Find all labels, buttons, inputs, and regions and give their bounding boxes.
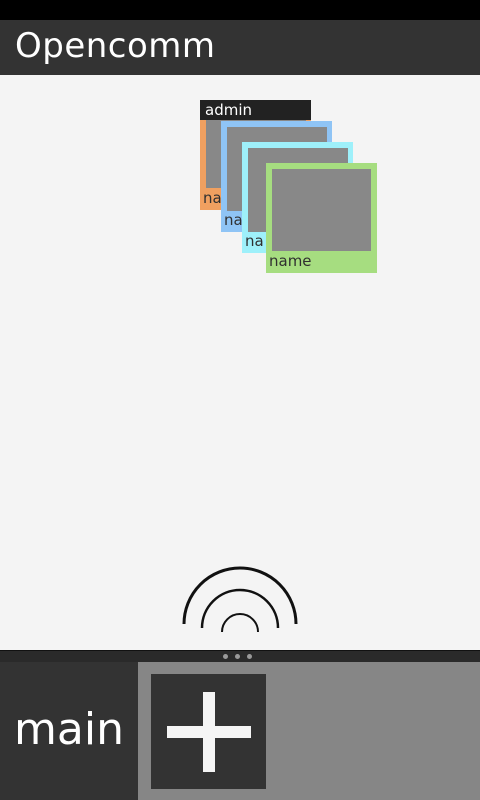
user-avatar	[272, 169, 371, 251]
title-bar: Opencomm	[0, 20, 480, 75]
channel-label: main	[14, 704, 124, 755]
user-name-label: na	[224, 211, 243, 229]
drawer-handle[interactable]	[0, 650, 480, 662]
status-bar	[0, 0, 480, 20]
channel-tab-main[interactable]: main	[0, 662, 138, 800]
admin-badge: admin	[200, 100, 311, 120]
app-title: Opencomm	[15, 26, 216, 66]
user-card[interactable]: name	[266, 163, 377, 273]
user-name-label: name	[269, 252, 312, 270]
plus-icon	[167, 726, 251, 738]
handle-dots-icon	[223, 654, 263, 660]
channel-panel: main	[0, 662, 480, 800]
add-channel-button[interactable]	[151, 674, 266, 789]
user-name-label: na	[245, 232, 264, 250]
signal-waves-icon[interactable]	[180, 562, 300, 634]
